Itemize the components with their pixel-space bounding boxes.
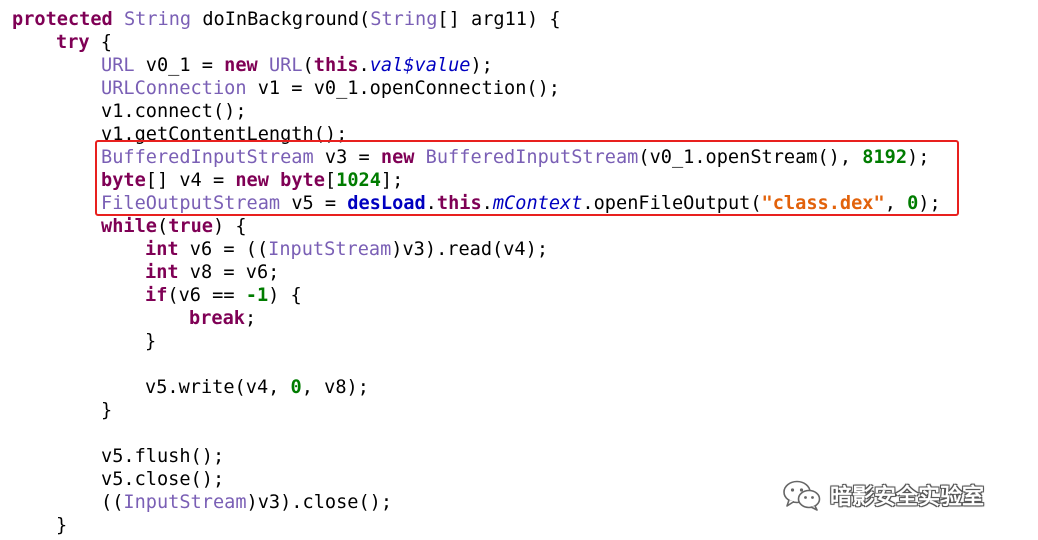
token: ) { bbox=[212, 216, 247, 237]
wechat-icon bbox=[782, 479, 822, 511]
token: )v3).read(v4); bbox=[391, 239, 549, 260]
code-line-12: int v8 = v6; bbox=[145, 261, 279, 284]
token-keyword: break bbox=[189, 308, 245, 329]
token-keyword: this bbox=[313, 55, 359, 76]
token-keyword: int bbox=[145, 262, 179, 283]
token: (( bbox=[101, 492, 124, 513]
token: v6 = (( bbox=[178, 239, 269, 260]
highlight-box bbox=[95, 140, 959, 216]
token: ( bbox=[302, 55, 314, 76]
token-keyword: try bbox=[56, 32, 90, 53]
token: ) { bbox=[268, 285, 302, 306]
code-line-13: if(v6 == -1) { bbox=[145, 284, 302, 307]
token: ; bbox=[244, 308, 257, 329]
code-line-16: v5.write(v4, 0, v8); bbox=[145, 376, 369, 399]
code-line-2: try { bbox=[56, 31, 112, 54]
token: v8 = v6; bbox=[178, 262, 280, 283]
token-type: InputStream bbox=[268, 239, 392, 260]
token-keyword: protected bbox=[12, 9, 113, 30]
code-line-11: int v6 = ((InputStream)v3).read(v4); bbox=[145, 238, 548, 261]
token: v1 = v0_1.openConnection(); bbox=[246, 78, 560, 99]
token: , v8); bbox=[301, 377, 369, 398]
token: } bbox=[101, 400, 113, 421]
token-keyword: while bbox=[101, 216, 157, 237]
token: [] arg11) { bbox=[437, 9, 561, 30]
code-line-20: ((InputStream)v3).close(); bbox=[101, 491, 392, 514]
code-line-17: } bbox=[101, 399, 112, 422]
token-type: URL bbox=[268, 55, 303, 76]
token-field: val$value bbox=[369, 55, 471, 76]
token-type: InputStream bbox=[123, 492, 247, 513]
token: ( bbox=[156, 216, 169, 237]
token-number: 0 bbox=[290, 377, 302, 398]
token-number: -1 bbox=[245, 285, 269, 306]
token-keyword: new bbox=[224, 55, 258, 76]
token: } bbox=[145, 331, 157, 352]
token-type: URL bbox=[101, 55, 135, 76]
token: v5.close(); bbox=[101, 469, 225, 490]
watermark: 暗影安全实验室 bbox=[782, 478, 984, 512]
code-line-14: break; bbox=[189, 307, 256, 330]
token-type: String bbox=[123, 9, 192, 30]
token: ); bbox=[470, 55, 493, 76]
token: v0_1 = bbox=[134, 55, 225, 76]
token: v5.flush(); bbox=[101, 446, 225, 467]
code-editor[interactable]: protected String doInBackground(String[]… bbox=[0, 0, 1038, 540]
token: (v6 == bbox=[167, 285, 246, 306]
code-line-5: v1.connect(); bbox=[101, 100, 247, 123]
code-line-21: } bbox=[56, 514, 67, 537]
watermark-text: 暗影安全实验室 bbox=[830, 485, 985, 510]
token: v5.write(v4, bbox=[145, 377, 291, 398]
token: { bbox=[89, 32, 112, 53]
code-line-1: protected String doInBackground(String[]… bbox=[12, 8, 561, 31]
code-line-10: while(true) { bbox=[101, 215, 247, 238]
token-keyword: int bbox=[145, 239, 179, 260]
token-type: URLConnection bbox=[101, 78, 247, 99]
code-line-18: v5.flush(); bbox=[101, 445, 224, 468]
token: v1.connect(); bbox=[101, 101, 247, 122]
token: )v3).close(); bbox=[246, 492, 393, 513]
token-type: String bbox=[370, 9, 438, 30]
code-line-19: v5.close(); bbox=[101, 468, 224, 491]
code-line-3: URL v0_1 = new URL(this.val$value); bbox=[101, 54, 493, 77]
code-line-4: URLConnection v1 = v0_1.openConnection()… bbox=[101, 77, 560, 100]
code-line-15: } bbox=[145, 330, 156, 353]
token-keyword: true bbox=[168, 216, 213, 237]
token: } bbox=[56, 515, 68, 536]
token: doInBackground( bbox=[191, 9, 371, 30]
token-keyword: if bbox=[145, 285, 168, 306]
token: . bbox=[358, 55, 370, 76]
